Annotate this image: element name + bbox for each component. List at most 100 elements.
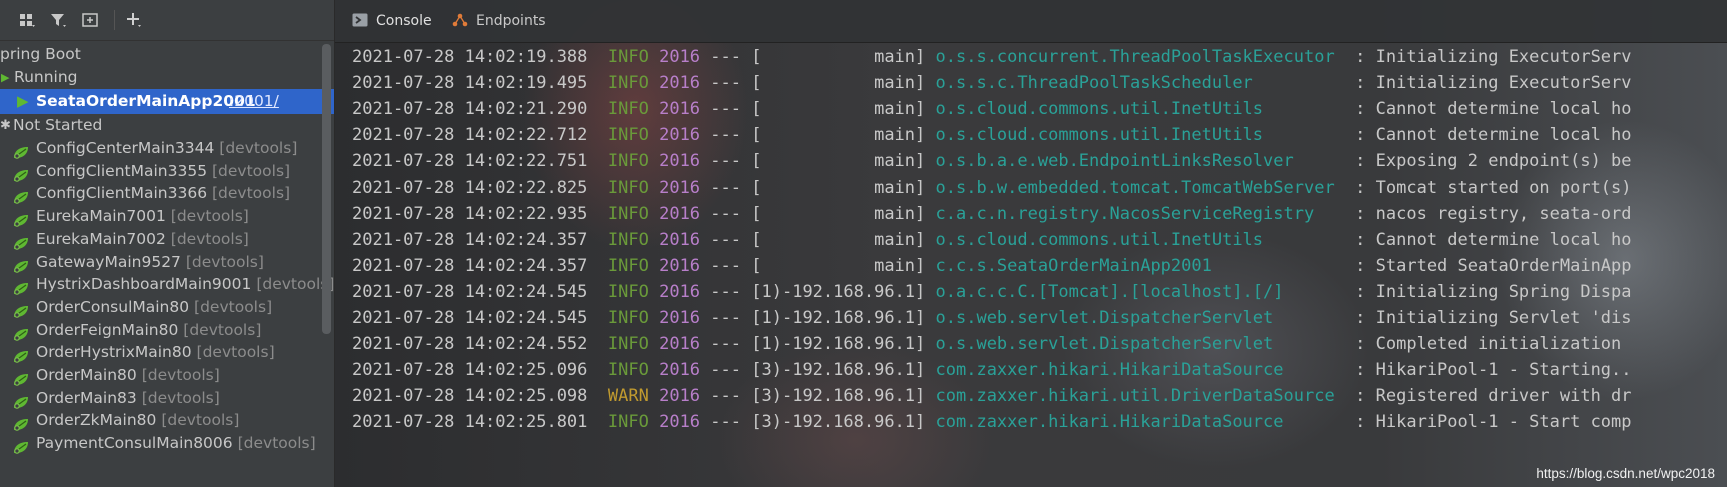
devtools-suffix: [devtools] [194,297,273,316]
log-message: : Tomcat started on port(s) [1355,177,1632,198]
log-line: 2021-07-28 14:02:24.357 INFO 2016 --- [ … [352,227,1632,253]
log-thread: [1)-192.168.96.1] [751,281,926,302]
tree-node-app[interactable]: ConfigClientMain3355 [devtools] [0,159,334,184]
toolbar-separator [114,10,115,30]
tree-node-app-label: PaymentConsulMain8006 [36,434,233,453]
spring-boot-leaf-icon [13,414,29,432]
tree-node-app-label: GatewayMain9527 [36,252,181,271]
new-group-icon[interactable] [80,11,100,29]
tree-node-app[interactable]: OrderMain80 [devtools] [0,363,334,388]
log-separator: --- [710,47,742,67]
log-message: : Exposing 2 endpoint(s) be [1355,151,1632,172]
devtools-suffix: [devtools] [219,139,298,157]
selected-app-port-link[interactable]: :2001/ [229,89,279,114]
log-logger: o.a.c.c.C.[Tomcat].[localhost].[/] [935,281,1345,302]
spring-boot-leaf-icon [13,392,29,409]
log-timestamp: 2021-07-28 14:02:22.935 [352,203,588,224]
log-separator: --- [710,412,742,433]
tree-node-app[interactable]: OrderZkMain80 [devtools] [0,408,334,433]
tree-node-running[interactable]: ▶ Running [0,65,334,90]
log-pid: 2016 [659,334,701,355]
spring-boot-leaf-icon [13,324,29,341]
services-panel: pring Boot ▶ Running ▶ SeataOrderMainApp… [0,0,335,487]
log-timestamp: 2021-07-28 14:02:25.801 [352,412,588,433]
log-thread: [ main] [751,47,926,67]
log-level: INFO [607,412,649,433]
run-console-panel: Console Endpoints 2021-07-28 14:02:19.38… [335,0,1727,487]
tab-endpoints-label: Endpoints [476,13,546,29]
log-timestamp: 2021-07-28 14:02:24.357 [352,229,588,250]
tree-node-app[interactable]: ConfigCenterMain3344 [devtools] [0,136,334,161]
tree-node-app[interactable]: HystrixDashboardMain9001 [devtools] [0,272,334,297]
log-thread: [1)-192.168.96.1] [751,334,926,355]
tab-console[interactable]: Console [352,0,432,42]
group-by-icon[interactable] [17,11,37,29]
tree-node-app[interactable]: ConfigClientMain3366 [devtools] [0,181,334,206]
log-logger: o.s.b.w.embedded.tomcat.TomcatWebServer [935,177,1345,198]
tree-node-app[interactable]: OrderHystrixMain80 [devtools] [0,340,334,365]
tree-node-app[interactable]: OrderFeignMain80 [devtools] [0,318,334,343]
log-separator: --- [710,99,742,120]
tree-node-app-text: OrderConsulMain80 [devtools] [36,295,272,320]
log-separator: --- [710,151,742,172]
tab-endpoints[interactable]: Endpoints [452,0,546,42]
tree-node-app-text: EurekaMain7001 [devtools] [36,204,249,229]
log-level: INFO [607,281,649,302]
tree-node-app[interactable]: OrderMain83 [devtools] [0,386,334,411]
tree-node-app[interactable]: GatewayMain9527 [devtools] [0,250,334,275]
devtools-suffix: [devtools] [212,161,291,180]
log-thread: [ main] [751,125,926,146]
log-pid: 2016 [659,360,701,381]
tree-node-app-text: GatewayMain9527 [devtools] [36,250,264,275]
log-timestamp: 2021-07-28 14:02:24.357 [352,255,588,276]
log-logger: c.c.s.SeataOrderMainApp2001 [935,255,1345,276]
log-timestamp: 2021-07-28 14:02:24.545 [352,281,588,302]
log-line: 2021-07-28 14:02:21.290 INFO 2016 --- [ … [352,96,1632,122]
log-logger: o.s.cloud.commons.util.InetUtils [935,125,1345,146]
log-line: 2021-07-28 14:02:22.825 INFO 2016 --- [ … [352,175,1632,201]
tree-node-app-text: OrderHystrixMain80 [devtools] [36,340,275,365]
log-message: : Completed initialization [1355,334,1632,355]
log-logger: o.s.s.concurrent.ThreadPoolTaskExecutor [935,47,1345,67]
log-message: : Cannot determine local ho [1355,125,1632,146]
filter-icon[interactable] [48,11,68,29]
devtools-suffix: [devtools] [183,320,262,339]
tree-node-not-started[interactable]: ✱ Not Started [0,113,334,138]
tree-node-app[interactable]: PaymentConsulMain8006 [devtools] [0,431,334,456]
log-line: 2021-07-28 14:02:25.098 WARN 2016 --- [3… [352,383,1632,409]
log-separator: --- [710,73,742,94]
log-timestamp: 2021-07-28 14:02:21.290 [352,99,588,120]
tree-node-app[interactable]: OrderConsulMain80 [devtools] [0,295,334,320]
services-scrollbar[interactable] [322,44,331,334]
log-pid: 2016 [659,281,701,302]
tree-node-app[interactable]: EurekaMain7002 [devtools] [0,227,334,252]
tree-node-selected-app[interactable]: ▶ SeataOrderMainApp2001 :2001/ [0,89,334,114]
tree-node-app[interactable]: EurekaMain7001 [devtools] [0,204,334,229]
log-line: 2021-07-28 14:02:25.801 INFO 2016 --- [3… [352,409,1632,435]
log-pid: 2016 [659,412,701,433]
spring-boot-leaf-icon [13,437,29,454]
tree-node-app-label: OrderFeignMain80 [36,320,179,339]
devtools-suffix: [devtools] [170,229,249,248]
log-timestamp: 2021-07-28 14:02:25.096 [352,360,588,381]
tree-node-app-text: ConfigClientMain3366 [devtools] [36,181,290,206]
log-message: : Initializing Servlet 'dis [1355,308,1632,328]
tree-node-app-text: OrderMain83 [devtools] [36,386,220,411]
tree-node-app-label: OrderConsulMain80 [36,297,190,316]
spring-boot-leaf-icon [13,233,29,250]
spring-boot-leaf-icon [13,165,29,182]
console-icon [352,13,368,27]
log-level: WARN [607,386,649,407]
log-level: INFO [607,177,649,198]
log-message: : Registered driver with dr [1355,386,1632,407]
log-pid: 2016 [659,99,701,120]
log-level: INFO [607,334,649,355]
log-logger: o.s.cloud.commons.util.InetUtils [935,99,1345,120]
devtools-suffix: [devtools] [141,366,220,384]
tree-node-app-label: ConfigCenterMain3344 [36,139,215,157]
spring-boot-leaf-icon [13,142,29,159]
log-separator: --- [710,125,742,146]
add-icon[interactable] [124,11,144,29]
tree-node-spring-boot[interactable]: pring Boot [0,42,334,67]
devtools-suffix: [devtools] [212,184,291,203]
